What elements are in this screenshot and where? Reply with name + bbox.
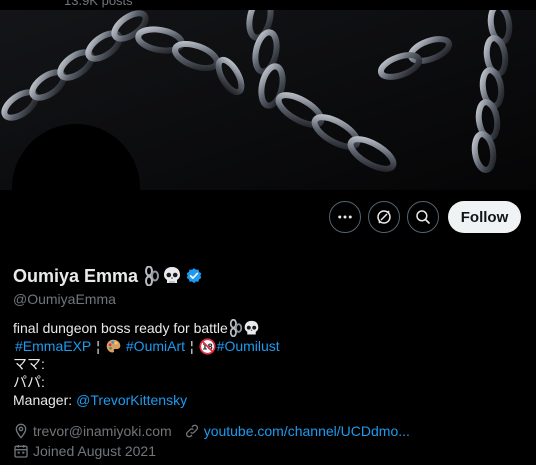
subscribe-icon: [377, 210, 391, 224]
search-button[interactable]: [407, 201, 439, 233]
top-bar: 13.9K posts: [0, 0, 536, 10]
profile-meta-row-1: trevor@inamiyoki.com youtube.com/channel…: [13, 421, 410, 441]
palette-emoji: [106, 339, 121, 352]
verified-icon[interactable]: [185, 267, 203, 285]
profile-handle: @OumiyaEmma: [13, 291, 116, 307]
bio-line-5: Manager: @TrevorKittensky: [13, 391, 280, 409]
display-name-row: Oumiya Emma: [13, 264, 203, 288]
hashtag-oumilust[interactable]: #Oumilust: [217, 337, 280, 355]
profile-meta-row-2: Joined August 2021: [13, 441, 156, 461]
skull-emoji: [164, 267, 181, 283]
bio-emoji: [229, 319, 260, 337]
bio-line-1-text: final dungeon boss ready for battle: [13, 320, 228, 336]
subscribe-button[interactable]: [368, 201, 400, 233]
profile-website-link[interactable]: youtube.com/channel/UCDdmo...: [204, 423, 410, 439]
link-icon: [184, 423, 200, 439]
manager-label: Manager:: [13, 392, 73, 408]
bio-line-1: final dungeon boss ready for battle: [13, 319, 280, 337]
manager-link[interactable]: @TrevorKittensky: [76, 391, 187, 409]
separator: ¦: [190, 338, 194, 354]
bio-papa: パパ:: [13, 374, 45, 390]
profile-joined-date: Joined August 2021: [33, 443, 156, 459]
bio-line-2: #EmmaEXP ¦ #OumiArt ¦ 18 #Oumilust: [13, 337, 280, 355]
profile-bio: final dungeon boss ready for battle #Emm…: [13, 319, 280, 409]
chain-emoji: [145, 266, 160, 286]
calendar-icon: [13, 443, 29, 459]
more-icon: [338, 215, 352, 219]
hashtag-oumiart[interactable]: #OumiArt: [126, 337, 185, 355]
skull-emoji: [244, 320, 259, 334]
separator: ¦: [96, 338, 100, 354]
location-icon: [13, 423, 29, 439]
chain-emoji: [229, 319, 242, 337]
bio-line-4: パパ:: [13, 373, 280, 391]
search-icon: [416, 210, 430, 224]
no-under-18-emoji: 18: [199, 337, 216, 355]
name-emoji: [144, 266, 182, 286]
bio-line-3: ママ:: [13, 355, 280, 373]
profile-email: trevor@inamiyoki.com: [33, 423, 172, 439]
follow-button[interactable]: Follow: [448, 201, 521, 233]
hashtag-emmaexp[interactable]: #EmmaEXP: [15, 337, 91, 355]
posts-count: 13.9K posts: [64, 0, 133, 8]
profile-avatar[interactable]: [12, 124, 140, 252]
display-name: Oumiya Emma: [13, 265, 139, 286]
bio-mama: ママ:: [13, 356, 45, 372]
more-button[interactable]: [329, 201, 361, 233]
